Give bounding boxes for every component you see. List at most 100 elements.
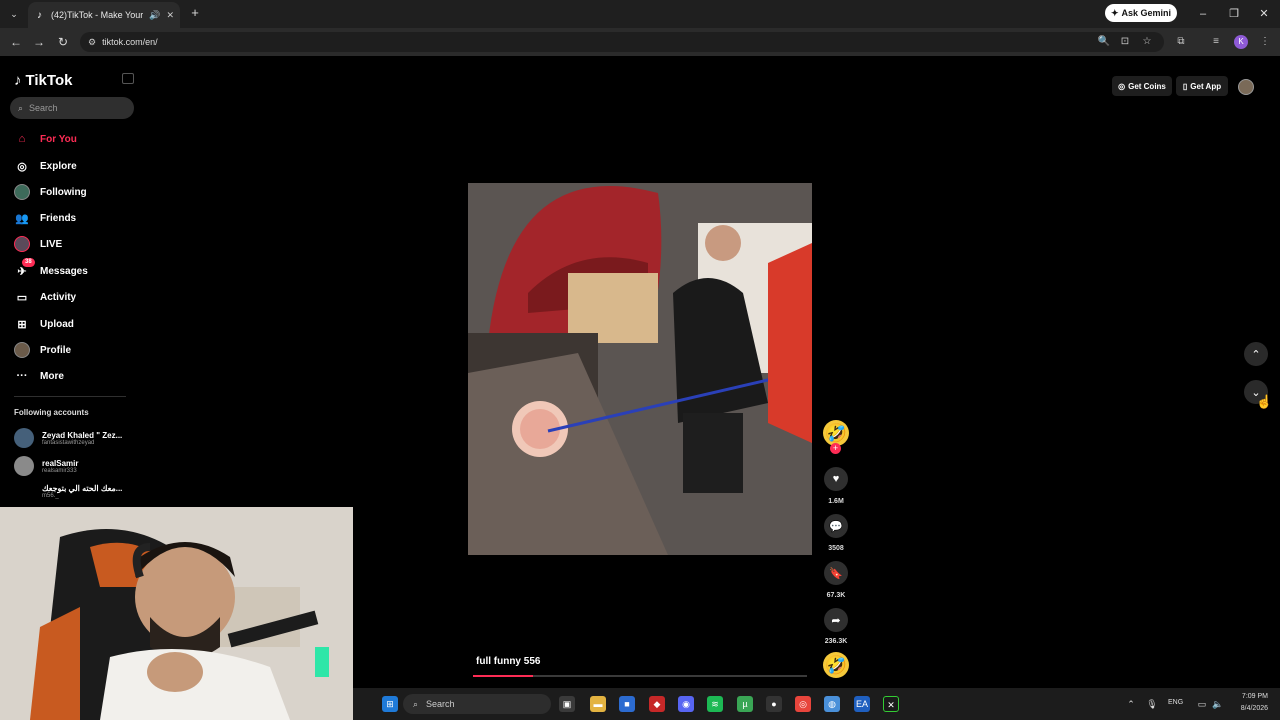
following-account[interactable]: Zeyad Khaled " Zez... fantasistawithzeya… <box>14 428 122 448</box>
nav-label: Friends <box>40 212 77 224</box>
share-arrow-icon[interactable]: ➦ <box>824 608 848 632</box>
close-tab-icon[interactable]: ✕ <box>166 10 174 21</box>
site-info-icon[interactable]: ⚙ <box>88 37 96 48</box>
profile-avatar[interactable]: K <box>1234 35 1248 49</box>
get-coins-button[interactable]: ◎ Get Coins <box>1112 76 1172 96</box>
spotify-icon[interactable]: ≋ <box>707 696 723 712</box>
previous-video-chevron-up-icon[interactable]: ⌃ <box>1244 342 1268 366</box>
nav-friends[interactable]: 👥 Friends <box>14 208 76 228</box>
coin-icon: ◎ <box>1118 81 1126 91</box>
app-icon[interactable]: ◍ <box>824 696 840 712</box>
browser-tab[interactable]: ♪ (42)TikTok - Make Your Day 🔊 ✕ <box>28 2 180 28</box>
user-avatar[interactable] <box>1238 79 1254 95</box>
upload-plus-icon: ⊞ <box>17 318 27 331</box>
app-icon[interactable]: ◆ <box>649 696 665 712</box>
nav-following[interactable]: Following <box>14 182 87 202</box>
discord-icon[interactable]: ◉ <box>678 696 694 712</box>
media-controls-icon[interactable]: ≡ <box>1209 35 1223 49</box>
messages-icon: ✈ 38 <box>14 258 35 279</box>
nav-upload[interactable]: ⊞ Upload <box>14 314 74 334</box>
ea-app-icon[interactable]: EA <box>854 696 870 712</box>
bookmark-icon[interactable]: 🔖 <box>824 561 848 585</box>
close-window-button[interactable]: ✕ <box>1256 6 1272 22</box>
nav-label: Profile <box>40 344 72 356</box>
clock-date[interactable]: 8/4/2026 <box>1232 705 1268 712</box>
restore-button[interactable]: ❐ <box>1226 6 1242 22</box>
reload-button[interactable]: ↻ <box>55 34 71 50</box>
tiktok-logo[interactable]: ♪ TikTok <box>14 70 72 90</box>
taskbar-search-label: Search <box>426 699 455 709</box>
video-caption[interactable]: full funny 556 <box>476 656 540 667</box>
microphone-icon[interactable]: 🎙 <box>1146 698 1158 710</box>
nav-explore[interactable]: ◎ Explore <box>14 156 77 176</box>
search-icon: ⌕ <box>18 102 24 113</box>
chrome-icon[interactable]: ◎ <box>795 696 811 712</box>
collapse-sidebar-icon[interactable] <box>122 73 134 84</box>
nav-more[interactable]: ··· More <box>14 366 64 386</box>
taskbar-search-icon: ⌕ <box>413 698 419 709</box>
tiktok-favicon-icon: ♪ <box>37 9 42 21</box>
tab-list-chevron-icon[interactable]: ⌄ <box>6 6 22 22</box>
account-handle: m56._ <box>42 493 59 499</box>
nav-label: Activity <box>40 291 77 303</box>
video-player[interactable] <box>468 183 812 555</box>
nav-label: More <box>40 370 64 382</box>
speaker-icon[interactable]: 🔊 <box>149 10 160 21</box>
tiktok-note-icon: ♪ <box>14 71 22 89</box>
save-count: 67.3K <box>826 592 846 599</box>
utorrent-icon[interactable]: µ <box>737 696 753 712</box>
menu-kebab-icon[interactable]: ⋮ <box>1258 35 1272 49</box>
following-account[interactable]: معك الحته الي بتوجعك... m56._ <box>42 484 122 499</box>
bookmark-star-icon[interactable]: ☆ <box>1140 35 1154 49</box>
friends-icon: 👥 <box>15 212 29 225</box>
install-app-icon[interactable]: ⊡ <box>1118 35 1132 49</box>
compass-icon: ◎ <box>17 160 27 173</box>
account-name: معك الحته الي بتوجعك... <box>42 484 123 493</box>
home-icon: ⌂ <box>18 133 26 145</box>
account-handle: fantasistawithzeyad <box>42 439 95 446</box>
extensions-icon[interactable]: ⧉ <box>1174 35 1188 49</box>
nav-activity[interactable]: ▭ Activity <box>14 287 76 307</box>
tray-overflow-chevron-icon[interactable]: ⌃ <box>1125 698 1137 710</box>
address-bar[interactable]: ⚙ tiktok.com/en/ <box>80 32 1164 52</box>
file-explorer-icon[interactable]: ▬ <box>590 696 606 712</box>
new-tab-button[interactable]: + <box>188 6 202 20</box>
ask-gemini-button[interactable]: ✦ Ask Gemini <box>1105 4 1177 22</box>
clock-time[interactable]: 7:09 PM <box>1232 693 1268 700</box>
windows-start-icon[interactable]: ⊞ <box>382 696 398 712</box>
minimize-button[interactable]: – <box>1195 6 1211 22</box>
network-icon[interactable]: ▭ <box>1196 698 1208 710</box>
more-dots-icon: ··· <box>16 370 28 382</box>
task-view-icon[interactable]: ▣ <box>559 696 575 712</box>
nav-label: Explore <box>40 160 77 172</box>
get-app-button[interactable]: ▯ Get App <box>1176 76 1228 96</box>
store-icon[interactable]: ■ <box>619 696 635 712</box>
search-placeholder: Search <box>29 103 58 113</box>
nav-label: For You <box>40 133 77 145</box>
taskbar-search[interactable]: ⌕ Search <box>403 694 551 714</box>
back-button[interactable]: ← <box>8 34 24 50</box>
comment-count: 3508 <box>828 545 844 552</box>
forward-button[interactable]: → <box>31 34 47 50</box>
following-account[interactable]: realSamir realsamir333 <box>14 456 78 476</box>
search-input[interactable]: ⌕ Search <box>10 97 134 119</box>
phone-icon: ▯ <box>1182 81 1188 91</box>
get-coins-label: Get Coins <box>1128 81 1166 91</box>
comment-bubble-icon[interactable]: 💬 <box>824 514 848 538</box>
nav-live[interactable]: LIVE <box>14 234 62 254</box>
url-text: tiktok.com/en/ <box>102 37 158 47</box>
webcam-overlay <box>0 507 353 720</box>
nav-messages[interactable]: ✈ 38 Messages <box>14 258 88 281</box>
follow-plus-button[interactable]: + <box>830 443 841 454</box>
nav-label: Messages <box>40 265 88 277</box>
sound-disc-avatar[interactable]: 🤣 <box>823 652 849 678</box>
language-indicator[interactable]: ENG <box>1168 699 1183 706</box>
zoom-icon[interactable]: 🔍 <box>1097 35 1111 49</box>
messages-badge: 38 <box>22 258 35 267</box>
nav-profile[interactable]: Profile <box>14 340 71 360</box>
app-icon[interactable]: ✕ <box>883 696 899 712</box>
like-heart-icon[interactable]: ♥ <box>824 467 848 491</box>
nav-for-you[interactable]: ⌂ For You <box>14 129 77 149</box>
steam-icon[interactable]: ● <box>766 696 782 712</box>
volume-icon[interactable]: 🔈 <box>1212 698 1224 710</box>
